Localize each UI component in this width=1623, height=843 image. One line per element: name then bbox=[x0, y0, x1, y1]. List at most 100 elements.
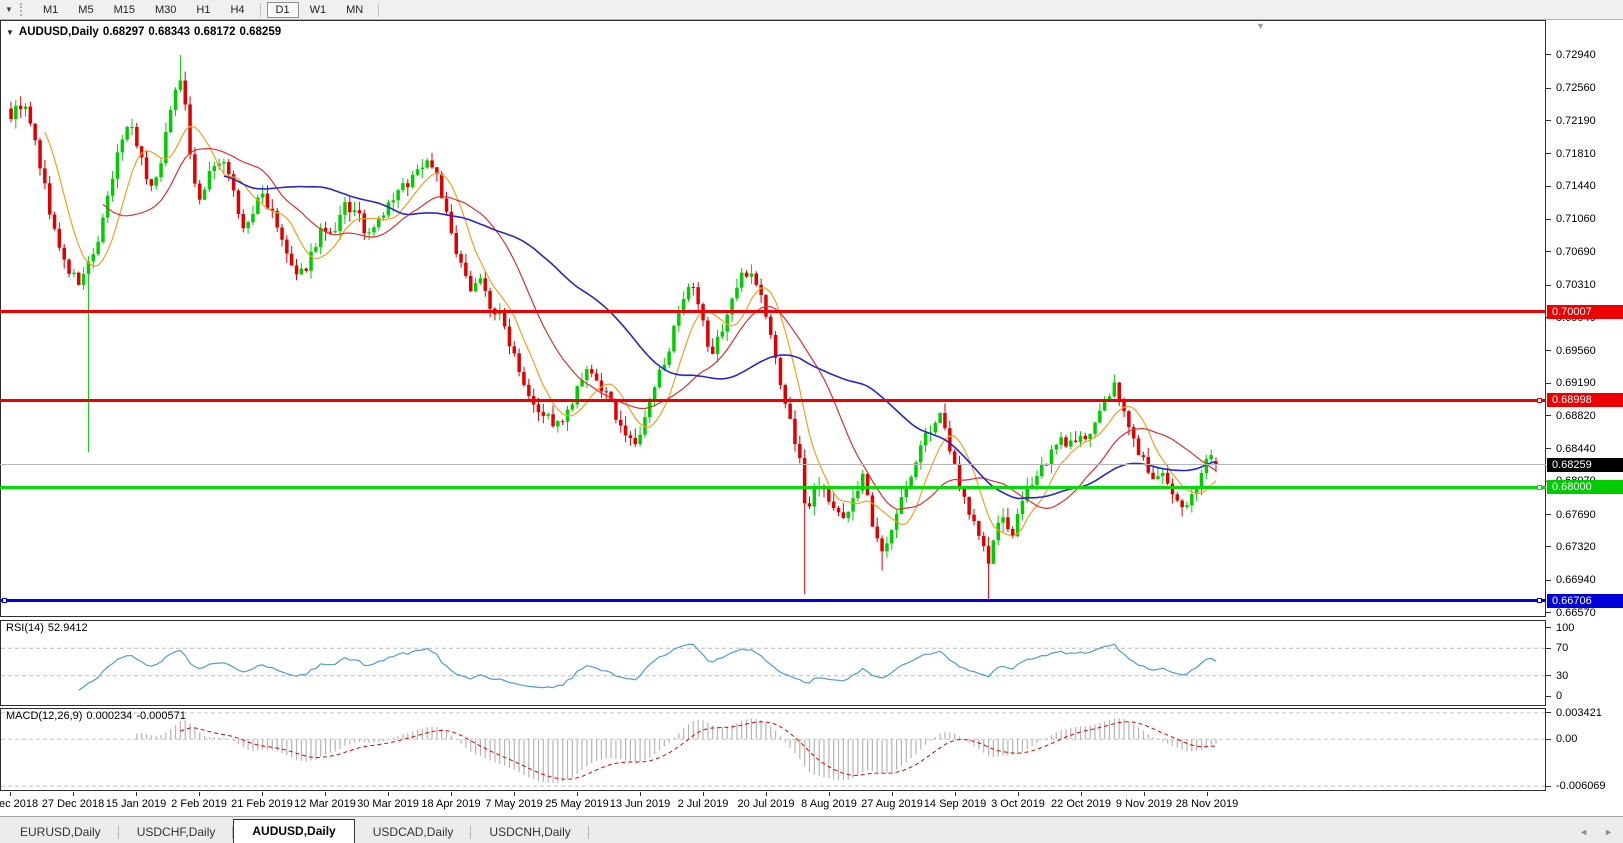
price-axis-tick bbox=[1546, 350, 1551, 351]
date-axis-label: 14 Sep 2019 bbox=[924, 798, 986, 810]
date-axis-tick bbox=[325, 792, 326, 796]
price-axis-label: 0.71060 bbox=[1556, 213, 1596, 225]
tab-scroll-right-icon[interactable]: ► bbox=[1604, 827, 1613, 837]
timeframe-button-m15[interactable]: M15 bbox=[105, 2, 144, 18]
price-axis-tick bbox=[1546, 88, 1551, 89]
price-axis-label: 0.72190 bbox=[1556, 115, 1596, 127]
tab-usdchf-daily[interactable]: USDCHF,Daily bbox=[119, 822, 234, 843]
date-axis-label: 25 May 2019 bbox=[545, 798, 609, 810]
tab-audusd-daily[interactable]: AUDUSD,Daily bbox=[233, 819, 354, 843]
horizontal-line-0.68998[interactable] bbox=[0, 399, 1546, 402]
date-axis-label: 9 Nov 2019 bbox=[1116, 798, 1172, 810]
chart-shift-marker-icon[interactable]: ▼ bbox=[1256, 21, 1265, 31]
tab-usdcad-daily[interactable]: USDCAD,Daily bbox=[355, 822, 472, 843]
horizontal-line-0.66706[interactable] bbox=[0, 599, 1546, 602]
macd-panel[interactable] bbox=[0, 708, 1546, 791]
date-axis-label: 12 Mar 2019 bbox=[294, 798, 356, 810]
line-handle-right[interactable] bbox=[1537, 485, 1542, 490]
toolbar-grip[interactable] bbox=[20, 3, 27, 16]
timeframe-button-h1[interactable]: H1 bbox=[187, 2, 219, 18]
horizontal-line-0.68259[interactable] bbox=[0, 464, 1546, 465]
price-axis-tick bbox=[1546, 54, 1551, 55]
timeframe-button-mn[interactable]: MN bbox=[337, 2, 372, 18]
timeframe-button-m5[interactable]: M5 bbox=[69, 2, 102, 18]
date-axis-label: 27 Aug 2019 bbox=[861, 798, 923, 810]
price-axis-tick bbox=[1546, 612, 1551, 613]
ohlc-open: 0.68297 bbox=[103, 26, 145, 38]
price-line-label-0.66706: 0.66706 bbox=[1547, 594, 1623, 608]
line-handle-right[interactable] bbox=[1537, 398, 1542, 403]
macd-axis-tick bbox=[1546, 739, 1551, 740]
macd-main-value: 0.000234 bbox=[86, 710, 132, 722]
date-axis-tick bbox=[577, 792, 578, 796]
chart-tabs: EURUSD,DailyUSDCHF,DailyAUDUSD,DailyUSDC… bbox=[2, 819, 589, 843]
line-handle-right[interactable] bbox=[1537, 598, 1542, 603]
price-axis-tick bbox=[1546, 383, 1551, 384]
rsi-indicator-label: RSI(14)52.9412 bbox=[6, 622, 92, 634]
tab-usdcnh-daily[interactable]: USDCNH,Daily bbox=[471, 822, 588, 843]
collapse-icon[interactable]: ▼ bbox=[6, 28, 14, 37]
line-handle-left[interactable] bbox=[2, 598, 7, 603]
ohlc-high: 0.68343 bbox=[148, 26, 190, 38]
price-axis-label: 0.68440 bbox=[1556, 443, 1596, 455]
date-axis-tick bbox=[640, 792, 641, 796]
chart-title: ▼AUDUSD,Daily0.682970.683430.681720.6825… bbox=[6, 26, 285, 38]
macd-plot[interactable] bbox=[1, 709, 1545, 790]
date-axis-tick bbox=[388, 792, 389, 796]
price-axis-tick bbox=[1546, 219, 1551, 220]
price-axis-label: 0.70310 bbox=[1556, 279, 1596, 291]
date-axis-tick bbox=[199, 792, 200, 796]
timeframe-button-d1[interactable]: D1 bbox=[267, 2, 299, 18]
price-axis-tick bbox=[1546, 251, 1551, 252]
rsi-plot[interactable] bbox=[1, 621, 1545, 705]
toolbar-separator bbox=[378, 3, 379, 17]
price-axis-label: 0.71810 bbox=[1556, 148, 1596, 160]
main-chart-panel[interactable] bbox=[0, 20, 1546, 617]
candlestick-plot[interactable] bbox=[1, 21, 1545, 616]
toolbar-separator bbox=[260, 3, 261, 17]
macd-axis-tick bbox=[1546, 786, 1551, 787]
chart-dropdown-icon[interactable]: ▼ bbox=[0, 5, 18, 14]
date-axis-tick bbox=[1207, 792, 1208, 796]
date-axis-tick bbox=[703, 792, 704, 796]
date-axis-label: 8 Aug 2019 bbox=[801, 798, 857, 810]
date-axis-tick bbox=[10, 792, 11, 796]
timeframe-button-h4[interactable]: H4 bbox=[221, 2, 253, 18]
date-axis-label: 13 Jun 2019 bbox=[610, 798, 671, 810]
date-axis-label: 30 Mar 2019 bbox=[357, 798, 419, 810]
timeframe-button-w1[interactable]: W1 bbox=[301, 2, 336, 18]
macd-axis-label: 0.003421 bbox=[1556, 707, 1602, 719]
rsi-axis-label: 100 bbox=[1556, 622, 1574, 634]
price-axis-label: 0.69560 bbox=[1556, 345, 1596, 357]
horizontal-line-0.68000[interactable] bbox=[0, 486, 1546, 489]
price-line-label-0.68000: 0.68000 bbox=[1547, 480, 1623, 494]
tab-eurusd-daily[interactable]: EURUSD,Daily bbox=[2, 822, 119, 843]
date-axis-label: 21 Feb 2019 bbox=[231, 798, 293, 810]
macd-indicator-label: MACD(12,26,9)0.000234-0.000571 bbox=[6, 710, 190, 722]
date-axis-label: 2 Jul 2019 bbox=[678, 798, 729, 810]
rsi-axis-label: 30 bbox=[1556, 670, 1568, 682]
timeframe-button-m1[interactable]: M1 bbox=[34, 2, 67, 18]
price-axis-tick bbox=[1546, 415, 1551, 416]
rsi-panel[interactable] bbox=[0, 620, 1546, 706]
rsi-axis-tick bbox=[1546, 696, 1551, 697]
timeframe-button-m30[interactable]: M30 bbox=[146, 2, 185, 18]
price-axis-tick bbox=[1546, 580, 1551, 581]
date-axis-label: 3 Oct 2019 bbox=[991, 798, 1045, 810]
price-axis-label: 0.71440 bbox=[1556, 180, 1596, 192]
tab-scroll-left-icon[interactable]: ◄ bbox=[1579, 827, 1588, 837]
date-axis-label: 7 May 2019 bbox=[485, 798, 542, 810]
rsi-value: 52.9412 bbox=[48, 622, 88, 634]
price-axis-tick bbox=[1546, 546, 1551, 547]
rsi-axis-label: 0 bbox=[1556, 690, 1562, 702]
price-axis-label: 0.67690 bbox=[1556, 509, 1596, 521]
horizontal-line-0.70007[interactable] bbox=[0, 310, 1546, 313]
price-axis-tick bbox=[1546, 186, 1551, 187]
price-axis-tick bbox=[1546, 120, 1551, 121]
ohlc-close: 0.68259 bbox=[240, 26, 282, 38]
macd-name: MACD(12,26,9) bbox=[6, 710, 82, 722]
date-axis-label: 27 Dec 2018 bbox=[42, 798, 104, 810]
date-axis-tick bbox=[451, 792, 452, 796]
date-axis-tick bbox=[514, 792, 515, 796]
price-axis-tick bbox=[1546, 285, 1551, 286]
